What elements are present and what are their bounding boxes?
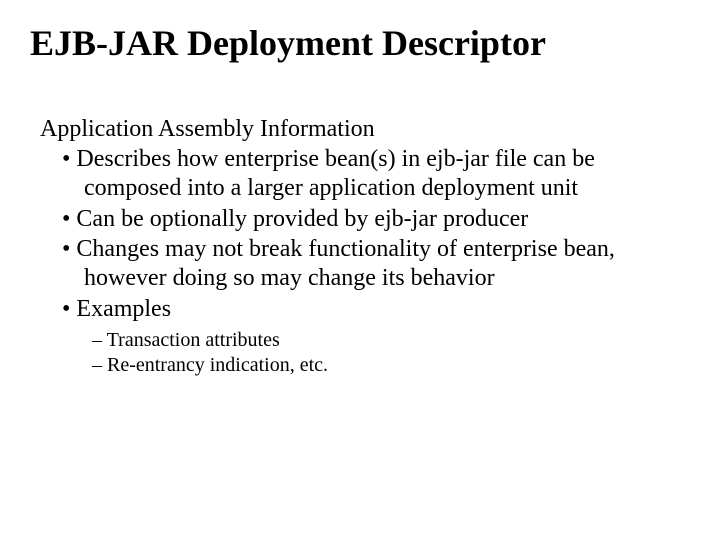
bullet-item: Can be optionally provided by ejb-jar pr…: [40, 205, 690, 234]
bullet-item: Changes may not break functionality of e…: [40, 235, 690, 293]
bullet-item: Examples: [40, 295, 690, 324]
section-subtitle: Application Assembly Information: [40, 116, 690, 143]
slide-title: EJB-JAR Deployment Descriptor: [30, 22, 690, 64]
bullet-item: Describes how enterprise bean(s) in ejb-…: [40, 145, 690, 203]
bullet-list: Describes how enterprise bean(s) in ejb-…: [40, 145, 690, 324]
sub-bullet-list: Transaction attributes Re-entrancy indic…: [40, 328, 690, 378]
sub-bullet-item: Re-entrancy indication, etc.: [40, 353, 690, 378]
sub-bullet-item: Transaction attributes: [40, 328, 690, 353]
